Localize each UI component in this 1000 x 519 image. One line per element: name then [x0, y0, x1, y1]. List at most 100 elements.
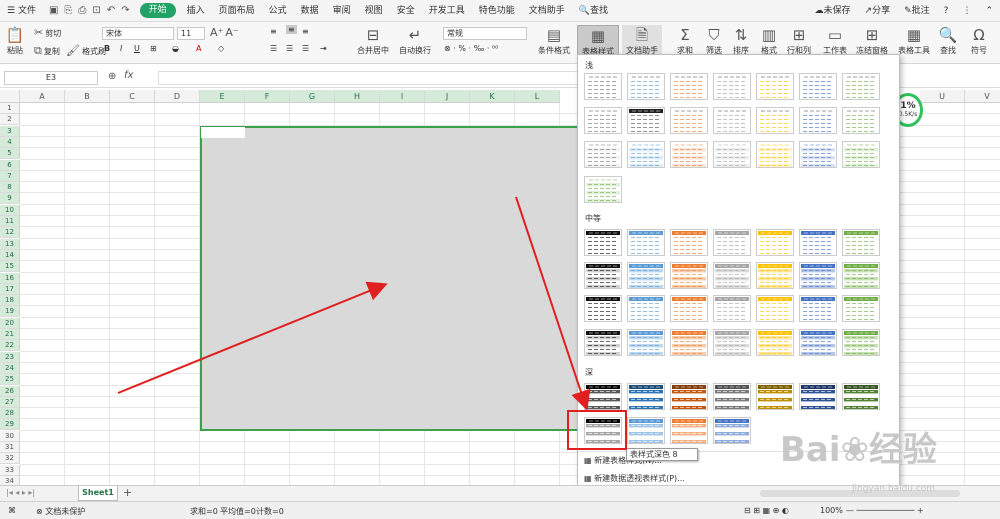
table-style-swatch[interactable]: [670, 107, 708, 134]
menu-tab-10[interactable]: 文档助手: [522, 0, 572, 22]
table-style-swatch[interactable]: [584, 262, 622, 289]
protect-status[interactable]: ⊗ 文档未保护: [36, 506, 85, 517]
menu-tab-3[interactable]: 公式: [262, 0, 294, 22]
table-style-swatch[interactable]: [756, 73, 794, 100]
row-header[interactable]: 17: [0, 283, 20, 295]
table-style-swatch[interactable]: [584, 176, 622, 203]
copy-button[interactable]: ⧉ 复制: [34, 44, 60, 58]
bold-icon[interactable]: B: [104, 44, 110, 53]
table-style-swatch[interactable]: [670, 417, 708, 444]
table-style-swatch[interactable]: [842, 262, 880, 289]
row-header[interactable]: 7: [0, 170, 20, 182]
fx-icon[interactable]: fx: [124, 70, 133, 81]
table-style-swatch[interactable]: [756, 262, 794, 289]
cond-format-button[interactable]: ▤ 条件格式: [534, 25, 574, 61]
table-style-swatch[interactable]: [756, 383, 794, 410]
align-center-icon[interactable]: ☰: [286, 44, 293, 53]
add-sheet-button[interactable]: +: [123, 486, 132, 499]
table-style-swatch[interactable]: [799, 329, 837, 356]
row-header[interactable]: 31: [0, 442, 20, 453]
table-style-swatch[interactable]: [799, 107, 837, 134]
row-header[interactable]: 26: [0, 385, 20, 397]
merge-center-button[interactable]: ⊟ 合并居中: [352, 25, 394, 61]
table-style-swatch[interactable]: [584, 383, 622, 410]
table-style-swatch[interactable]: [842, 107, 880, 134]
column-header[interactable]: D: [155, 90, 200, 103]
column-header[interactable]: J: [425, 90, 470, 103]
table-style-swatch[interactable]: [799, 141, 837, 168]
table-style-swatch[interactable]: [756, 295, 794, 322]
row-header[interactable]: 25: [0, 374, 20, 386]
row-header[interactable]: 24: [0, 362, 20, 374]
number-format-icons[interactable]: ⊗ · % · ‰ · ⁰⁰: [444, 44, 498, 53]
table-style-swatch[interactable]: [627, 73, 665, 100]
table-style-swatch[interactable]: [670, 329, 708, 356]
row-header[interactable]: 13: [0, 238, 20, 250]
file-menu[interactable]: ☰ 文件: [0, 0, 43, 22]
sheet-nav-icons[interactable]: |◂ ◂ ▸ ▸|: [6, 488, 35, 497]
row-header[interactable]: 27: [0, 396, 20, 408]
row-header[interactable]: 2: [0, 114, 20, 126]
column-header[interactable]: U: [920, 90, 965, 103]
menu-tab-6[interactable]: 视图: [358, 0, 390, 22]
table-style-swatch[interactable]: [756, 229, 794, 256]
table-style-swatch[interactable]: [756, 329, 794, 356]
column-header[interactable]: B: [65, 90, 110, 103]
undo-icon[interactable]: ↶: [107, 5, 115, 16]
table-style-swatch[interactable]: [584, 229, 622, 256]
table-style-swatch[interactable]: [627, 329, 665, 356]
redo-icon[interactable]: ↷: [121, 5, 129, 16]
name-box[interactable]: E3: [4, 71, 98, 85]
comment-button[interactable]: ✎批注: [897, 0, 937, 22]
layout-icon[interactable]: ⌘: [8, 506, 16, 515]
select-all-corner[interactable]: [0, 90, 20, 103]
table-style-swatch[interactable]: [713, 383, 751, 410]
table-style-swatch[interactable]: [670, 141, 708, 168]
symbol-button[interactable]: Ω 符号: [963, 25, 995, 61]
wrap-text-button[interactable]: ↵ 自动换行: [398, 25, 432, 61]
row-header[interactable]: 5: [0, 148, 20, 160]
underline-icon[interactable]: U: [134, 44, 140, 53]
active-cell[interactable]: [201, 127, 245, 138]
table-style-swatch[interactable]: [627, 229, 665, 256]
export-icon[interactable]: ⎘: [64, 5, 72, 16]
menu-tab-8[interactable]: 开发工具: [422, 0, 472, 22]
zoom-slider[interactable]: — ──────────── +: [846, 506, 924, 515]
align-bottom-icon[interactable]: ≡: [302, 27, 309, 36]
table-style-swatch[interactable]: [627, 141, 665, 168]
align-top-icon[interactable]: ≡: [270, 27, 277, 36]
row-header[interactable]: 19: [0, 306, 20, 318]
table-style-swatch[interactable]: [713, 329, 751, 356]
table-style-swatch[interactable]: [842, 141, 880, 168]
table-style-swatch[interactable]: [713, 73, 751, 100]
table-style-swatch[interactable]: [627, 383, 665, 410]
zoom-level[interactable]: 100%: [820, 506, 843, 515]
preview-icon[interactable]: ⊡: [92, 5, 100, 16]
column-header[interactable]: C: [110, 90, 155, 103]
table-style-swatch[interactable]: [842, 329, 880, 356]
table-style-swatch[interactable]: [713, 107, 751, 134]
more-icon[interactable]: ⋮: [955, 0, 978, 22]
column-header[interactable]: I: [380, 90, 425, 103]
table-style-swatch[interactable]: [799, 383, 837, 410]
save-icon[interactable]: ▣: [49, 5, 58, 16]
row-header[interactable]: 14: [0, 249, 20, 261]
border-icon[interactable]: ⊞: [150, 44, 157, 53]
table-style-swatch[interactable]: [713, 141, 751, 168]
menu-tab-1[interactable]: 插入: [180, 0, 212, 22]
menu-tab-7[interactable]: 安全: [390, 0, 422, 22]
table-style-swatch[interactable]: [627, 295, 665, 322]
row-header[interactable]: 34: [0, 475, 20, 485]
table-style-swatch[interactable]: [799, 262, 837, 289]
find-button[interactable]: 🔍 查找: [934, 25, 962, 61]
row-header[interactable]: 32: [0, 453, 20, 465]
table-style-swatch[interactable]: [756, 141, 794, 168]
column-header[interactable]: H: [335, 90, 380, 103]
horizontal-scrollbar[interactable]: [760, 490, 960, 497]
table-style-swatch[interactable]: [584, 329, 622, 356]
row-header[interactable]: 8: [0, 182, 20, 194]
menu-tab-5[interactable]: 审阅: [326, 0, 358, 22]
table-style-swatch[interactable]: [670, 229, 708, 256]
menu-tab-2[interactable]: 页面布局: [212, 0, 262, 22]
row-header[interactable]: 1: [0, 103, 20, 114]
